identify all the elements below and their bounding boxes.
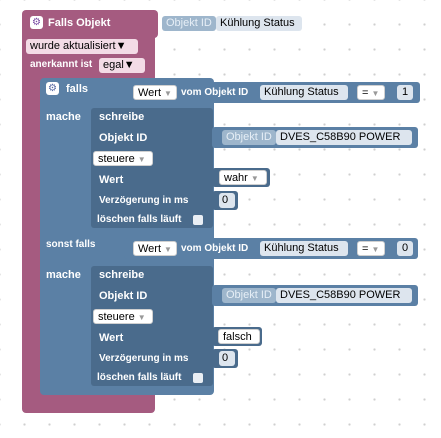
- object-id-block-2-value[interactable]: DVES_C58B90 POWER: [276, 288, 412, 303]
- bool-dropdown-1[interactable]: wahr ▼: [219, 170, 267, 185]
- delay-value-1[interactable]: 0: [219, 193, 235, 208]
- write-object-id-label-1: Objekt ID: [99, 132, 148, 144]
- ack-label: anerkannt ist: [30, 59, 93, 70]
- object-id-block-2-label: Objekt ID: [222, 288, 276, 303]
- write-mode-dropdown-1[interactable]: steuere ▼: [93, 151, 153, 166]
- delay-value-2[interactable]: 0: [219, 351, 235, 366]
- event-dropdown[interactable]: wurde aktualisiert▼: [26, 39, 138, 54]
- chevron-down-icon: ▼: [137, 313, 146, 322]
- chevron-down-icon: ▼: [164, 245, 172, 254]
- write-value-label-1: Wert: [99, 174, 124, 186]
- ack-dropdown-value: egal: [103, 59, 124, 71]
- condition-2-from-label: vom Objekt ID: [181, 243, 249, 254]
- write-object-id-label-2: Objekt ID: [99, 290, 148, 302]
- chevron-down-icon: ▼: [250, 174, 259, 183]
- write-mode-2: steuere: [98, 311, 135, 323]
- chevron-down-icon: ▼: [115, 40, 127, 52]
- trigger-object-id-field[interactable]: Kühlung Status: [216, 16, 302, 31]
- write-clear-label-1: löschen falls läuft: [97, 214, 182, 225]
- event-dropdown-value: wurde aktualisiert: [30, 40, 116, 52]
- condition-2-attr: Wert: [138, 243, 162, 255]
- write-mode-1: steuere: [98, 153, 135, 165]
- trigger-title: Falls Objekt: [48, 17, 111, 29]
- clear-checkbox-1[interactable]: [193, 215, 203, 225]
- condition-2-value[interactable]: 0: [397, 241, 413, 256]
- write-mode-dropdown-2[interactable]: steuere ▼: [93, 309, 153, 324]
- do-label-2: mache: [46, 269, 81, 281]
- condition-2-object-field[interactable]: Kühlung Status: [260, 241, 348, 256]
- trigger-header-extension: [150, 10, 158, 38]
- condition-2-op-dropdown[interactable]: = ▼: [357, 241, 385, 256]
- condition-1-op-dropdown[interactable]: = ▼: [357, 85, 385, 100]
- ack-dropdown[interactable]: egal▼: [99, 58, 145, 73]
- do-label-1: mache: [46, 111, 81, 123]
- condition-1-from-label: vom Objekt ID: [181, 87, 249, 98]
- write-clear-label-2: löschen falls läuft: [97, 372, 182, 383]
- condition-1-object-field[interactable]: Kühlung Status: [260, 85, 348, 100]
- bool-value-2: falsch: [223, 331, 252, 343]
- write-title-1: schreibe: [99, 111, 145, 123]
- condition-1-value[interactable]: 1: [397, 85, 413, 100]
- gear-icon[interactable]: ⚙: [30, 16, 43, 29]
- chevron-down-icon: ▼: [123, 59, 135, 71]
- write-delay-label-2: Verzögerung in ms: [99, 353, 189, 364]
- chevron-down-icon: ▼: [371, 245, 380, 254]
- object-id-block-1-label: Objekt ID: [222, 130, 276, 145]
- chevron-down-icon: ▼: [164, 89, 172, 98]
- chevron-down-icon: ▼: [371, 89, 380, 98]
- bool-value-1: wahr: [224, 172, 248, 184]
- condition-1-attr: Wert: [138, 87, 162, 99]
- bool-dropdown-2[interactable]: falsch: [218, 329, 260, 344]
- write-block-2[interactable]: [91, 266, 213, 386]
- write-block-1[interactable]: [91, 108, 213, 228]
- gear-icon[interactable]: ⚙: [46, 82, 59, 95]
- object-id-block-1-value[interactable]: DVES_C58B90 POWER: [276, 130, 412, 145]
- write-delay-label-1: Verzögerung in ms: [99, 195, 189, 206]
- condition-1-attr-dropdown[interactable]: Wert ▼: [133, 85, 177, 100]
- write-title-2: schreibe: [99, 269, 145, 281]
- condition-2-op: =: [362, 243, 369, 255]
- else-if-label: sonst falls: [46, 239, 96, 250]
- condition-2-attr-dropdown[interactable]: Wert ▼: [133, 241, 177, 256]
- condition-1-op: =: [362, 87, 369, 99]
- trigger-object-id-label: Objekt ID: [162, 16, 216, 31]
- if-label: falls: [66, 83, 89, 95]
- chevron-down-icon: ▼: [137, 155, 146, 164]
- clear-checkbox-2[interactable]: [193, 373, 203, 383]
- write-value-label-2: Wert: [99, 332, 124, 344]
